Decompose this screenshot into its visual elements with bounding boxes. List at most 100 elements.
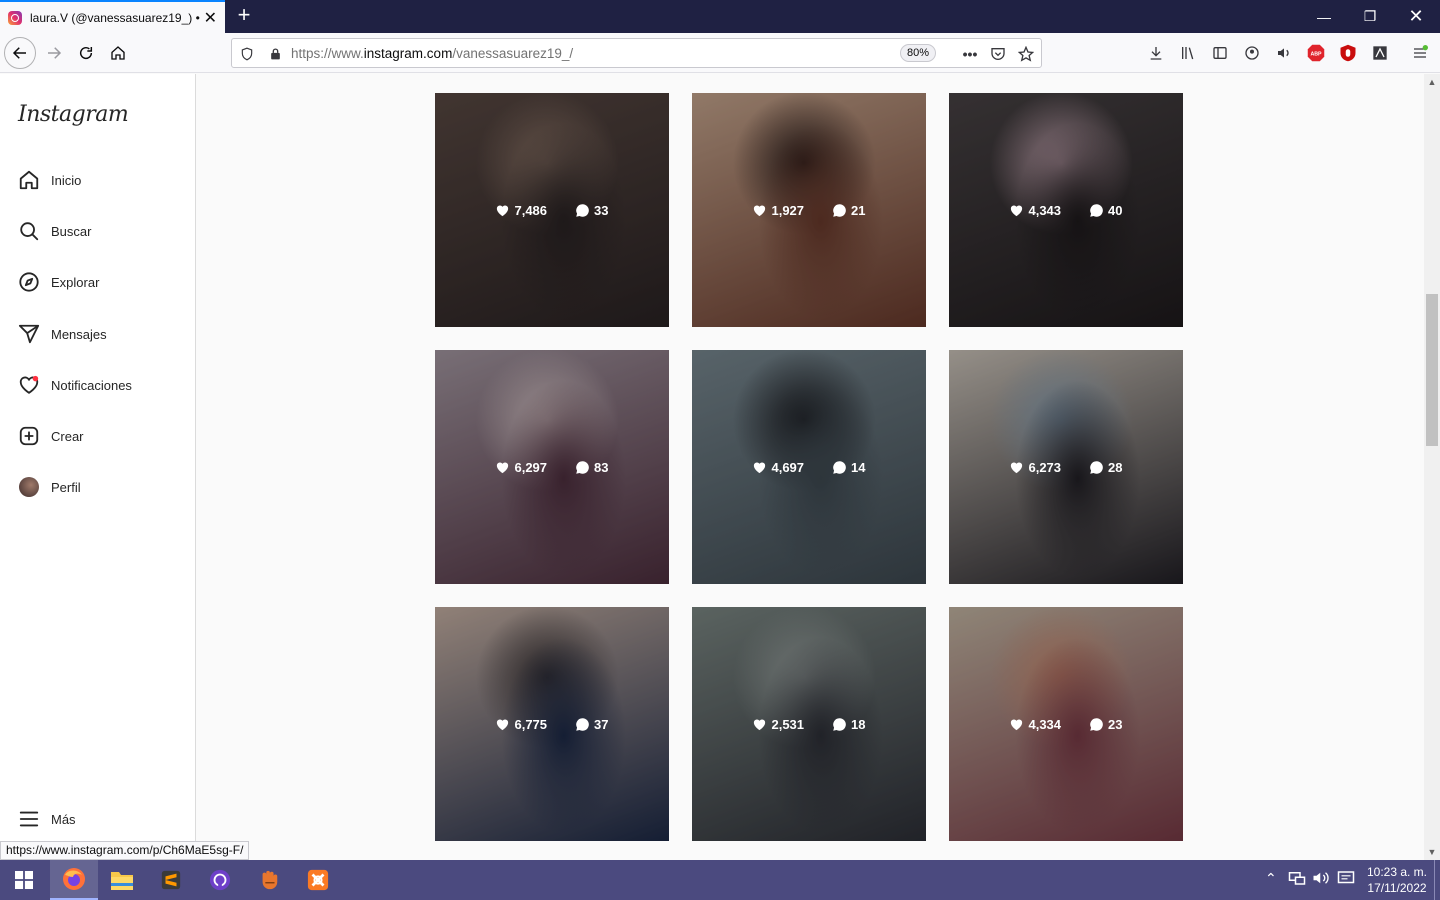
nav-item-notificaciones[interactable]: Notificaciones: [18, 372, 132, 398]
arrow-right-icon: [48, 47, 62, 59]
taskbar-firefox[interactable]: [50, 860, 98, 900]
nav-item-inicio[interactable]: Inicio: [18, 167, 81, 193]
restore-icon[interactable]: ❐: [1347, 0, 1393, 33]
scrollbar-thumb[interactable]: [1426, 294, 1438, 446]
lock-icon[interactable]: [266, 45, 284, 63]
adblock-plus-icon[interactable]: ABP: [1306, 43, 1326, 63]
menu-icon[interactable]: [1410, 43, 1430, 63]
comments-stat: 33: [575, 203, 609, 218]
github-desktop-icon: [209, 869, 231, 891]
scroll-up-icon[interactable]: ▲: [1424, 74, 1440, 90]
reload-button[interactable]: [70, 37, 102, 69]
minimize-icon[interactable]: —: [1301, 0, 1347, 33]
nav-item-buscar[interactable]: Buscar: [18, 218, 91, 244]
nav-item-mas[interactable]: Más: [18, 806, 76, 832]
close-window-icon[interactable]: ✕: [1393, 0, 1439, 33]
nav-label: Inicio: [51, 172, 82, 188]
comments-stat: 37: [575, 717, 609, 732]
firefox-icon: [63, 868, 85, 890]
url-text: https://www.instagram.com/vanessasuarez1…: [291, 45, 574, 61]
nav-item-explorar[interactable]: Explorar: [18, 269, 99, 295]
more-actions-icon[interactable]: •••: [961, 45, 979, 63]
post-thumbnail[interactable]: 6,273 28: [949, 350, 1183, 584]
heart-icon: [497, 205, 509, 216]
forward-button[interactable]: [38, 37, 70, 69]
post-thumbnail[interactable]: 4,343 40: [949, 93, 1183, 327]
post-hover-overlay: 7,486 33: [435, 93, 669, 327]
home-icon: [111, 46, 125, 60]
taskbar-xampp[interactable]: [294, 860, 342, 900]
post-hover-overlay: 2,531 18: [692, 607, 926, 841]
taskbar-app-glove[interactable]: [245, 860, 293, 900]
network-icon[interactable]: [1288, 870, 1306, 889]
nav-item-mensajes[interactable]: Mensajes: [18, 321, 107, 347]
shield-icon[interactable]: [238, 45, 256, 63]
back-button[interactable]: [4, 37, 36, 69]
browser-tab-bar: laura.V (@vanessasuarez19_) • Instagram …: [0, 0, 1440, 33]
post-thumbnail[interactable]: 1,927 21: [692, 93, 926, 327]
taskbar-sublime-text[interactable]: [147, 860, 195, 900]
windows-taskbar: ⌃ 10:23 a. m. 17/11/2022: [0, 860, 1440, 900]
volume-icon[interactable]: [1312, 870, 1330, 889]
show-desktop-button[interactable]: [1434, 860, 1440, 900]
show-hidden-icons-icon[interactable]: ⌃: [1265, 870, 1277, 887]
post-thumbnail[interactable]: 4,697 14: [692, 350, 926, 584]
comments-stat: 23: [1089, 717, 1123, 732]
zoom-indicator[interactable]: 80%: [900, 44, 937, 62]
post-thumbnail[interactable]: 6,775 37: [435, 607, 669, 841]
xampp-icon: [307, 869, 329, 891]
heart-icon: [754, 205, 766, 216]
post-thumbnail[interactable]: 7,486 33: [435, 93, 669, 327]
account-icon[interactable]: [1242, 43, 1262, 63]
likes-count: 2,531: [771, 716, 805, 732]
download-icon[interactable]: [1146, 43, 1166, 63]
post-hover-overlay: 1,927 21: [692, 93, 926, 327]
likes-stat: 6,273: [1009, 460, 1061, 475]
heart-icon: [1011, 205, 1023, 216]
svg-text:ABP: ABP: [1310, 51, 1322, 57]
post-hover-overlay: 6,297 83: [435, 350, 669, 584]
nav-item-crear[interactable]: Crear: [18, 423, 84, 449]
post-thumbnail[interactable]: 4,334 23: [949, 607, 1183, 841]
nav-label: Más: [51, 811, 76, 827]
comments-stat: 83: [575, 460, 609, 475]
post-hover-overlay: 6,273 28: [949, 350, 1183, 584]
extension-icon[interactable]: [1370, 43, 1390, 63]
reload-icon: [79, 46, 93, 60]
taskbar-github-desktop[interactable]: [196, 860, 244, 900]
comment-icon: [833, 203, 846, 217]
post-thumbnail[interactable]: 2,531 18: [692, 607, 926, 841]
comment-icon: [576, 460, 589, 474]
bookmark-star-icon[interactable]: [1017, 45, 1035, 63]
comment-icon: [576, 203, 589, 217]
instagram-logo[interactable]: Instagram: [18, 102, 129, 127]
scroll-down-icon[interactable]: ▼: [1424, 844, 1440, 860]
comments-stat: 28: [1089, 460, 1123, 475]
page-scrollbar[interactable]: ▲ ▼: [1424, 74, 1440, 860]
close-tab-icon[interactable]: ✕: [204, 8, 217, 28]
ublock-icon[interactable]: [1338, 43, 1358, 63]
likes-count: 6,775: [514, 716, 548, 732]
taskbar-file-explorer[interactable]: [98, 860, 146, 900]
taskbar-clock[interactable]: 10:23 a. m. 17/11/2022: [1362, 864, 1432, 896]
browser-tab[interactable]: laura.V (@vanessasuarez19_) • Instagram …: [0, 0, 225, 33]
likes-stat: 4,334: [1009, 717, 1061, 732]
likes-stat: 6,775: [495, 717, 547, 732]
arrow-left-icon: [12, 47, 26, 59]
new-tab-button[interactable]: +: [233, 4, 255, 27]
comment-icon: [833, 717, 846, 731]
pocket-icon[interactable]: [989, 45, 1007, 63]
library-icon[interactable]: [1178, 43, 1198, 63]
nav-item-perfil[interactable]: Perfil: [18, 474, 81, 500]
comment-icon: [576, 717, 589, 731]
url-bar[interactable]: https://www.instagram.com/vanessasuarez1…: [231, 38, 1042, 68]
likes-count: 6,273: [1028, 459, 1062, 475]
post-thumbnail[interactable]: 6,297 83: [435, 350, 669, 584]
home-button[interactable]: [102, 37, 134, 69]
speaker-icon[interactable]: [1274, 43, 1294, 63]
heart-icon: [1011, 462, 1023, 473]
windows-start-button[interactable]: [0, 860, 48, 900]
sidebar-toggle-icon[interactable]: [1210, 43, 1230, 63]
ime-language-icon[interactable]: [1337, 870, 1355, 889]
hamburger-menu-icon: [19, 811, 39, 827]
